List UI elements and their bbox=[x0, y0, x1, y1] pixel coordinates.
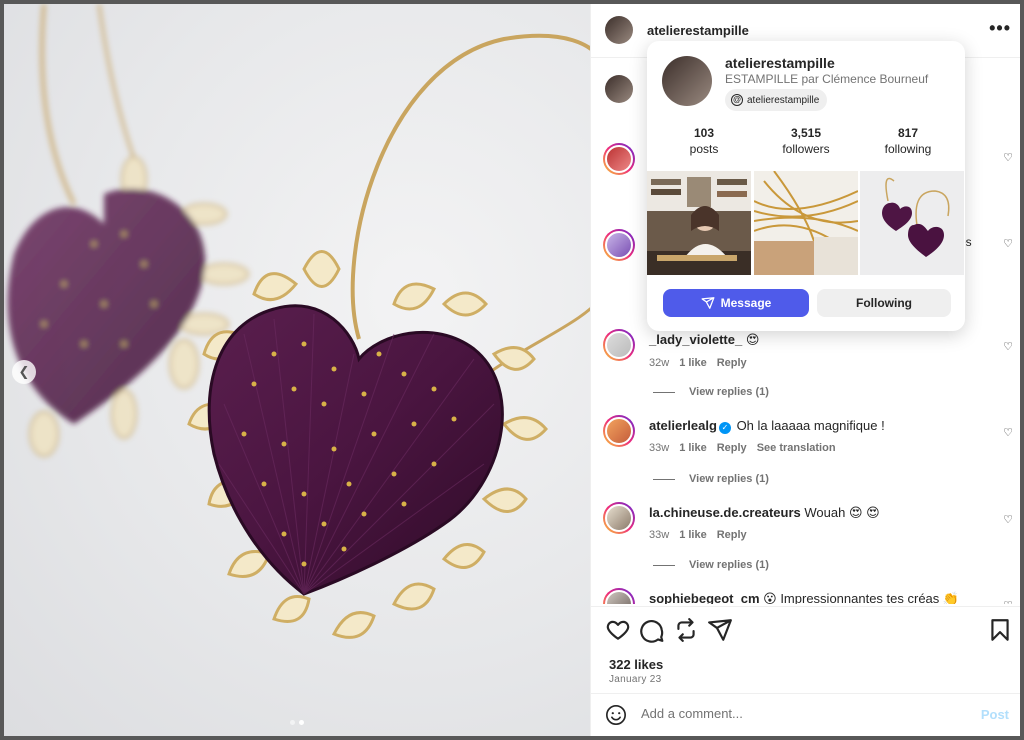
post-date: January 23 bbox=[609, 674, 662, 685]
heart-icon[interactable] bbox=[605, 617, 631, 643]
reply-button[interactable]: Reply bbox=[717, 442, 747, 454]
recent-posts bbox=[647, 171, 965, 275]
message-button[interactable]: Message bbox=[663, 289, 809, 317]
comment-like-icon[interactable]: ♡ bbox=[1003, 599, 1013, 604]
following-button[interactable]: Following bbox=[817, 289, 951, 317]
comment-username[interactable]: la.chineuse.de.createurs bbox=[649, 505, 801, 520]
stat-label: posts bbox=[689, 142, 719, 156]
view-replies-button[interactable]: View replies (1) bbox=[653, 473, 769, 485]
share-icon[interactable] bbox=[707, 617, 733, 643]
comment-like-icon[interactable]: ♡ bbox=[1003, 237, 1013, 250]
comment-time: 33w bbox=[649, 442, 670, 454]
comment-avatar[interactable] bbox=[603, 502, 635, 534]
author-username[interactable]: atelierestampille bbox=[647, 23, 749, 38]
send-icon bbox=[701, 297, 715, 309]
stat-value: 817 bbox=[897, 126, 919, 140]
chevron-left-icon: ❮ bbox=[18, 364, 30, 379]
comment-body: Wouah 😍 😍 bbox=[804, 505, 880, 520]
gold-fibers-photo bbox=[753, 171, 859, 275]
comment-like-icon[interactable]: ♡ bbox=[1003, 151, 1013, 164]
comment-time: 32w bbox=[649, 357, 670, 369]
comment-text: la.chineuse.de.createurs Wouah 😍 😍 bbox=[649, 505, 880, 521]
caption-avatar[interactable] bbox=[603, 73, 635, 105]
repost-icon[interactable] bbox=[673, 617, 699, 643]
comment-text: _lady_violette_ 😍 bbox=[649, 332, 759, 348]
add-comment-bar: Post bbox=[591, 693, 1020, 736]
threads-handle: atelierestampille bbox=[747, 94, 820, 106]
carousel-dot-active bbox=[299, 720, 304, 725]
more-icon[interactable]: ••• bbox=[989, 18, 1011, 39]
see-translation-button[interactable]: See translation bbox=[757, 442, 836, 454]
verified-icon: ✓ bbox=[718, 422, 731, 434]
comment-likes[interactable]: 1 like bbox=[679, 442, 707, 454]
earring-photo bbox=[7, 4, 590, 639]
post-actions: 322 likes January 23 bbox=[591, 606, 1020, 696]
comment-text: sophiebegeot_cm 😮 Impressionnantes tes c… bbox=[649, 591, 959, 604]
comment-likes[interactable]: 1 like bbox=[679, 529, 707, 541]
carousel-indicator bbox=[290, 720, 304, 725]
comment-likes[interactable]: 1 like bbox=[679, 357, 707, 369]
likes-count[interactable]: 322 likes bbox=[609, 657, 663, 672]
comment-body: Oh la laaaaa magnifique ! bbox=[736, 418, 885, 433]
comment-avatar[interactable] bbox=[603, 329, 635, 361]
comment-icon[interactable] bbox=[639, 617, 665, 643]
comment-meta: 32w 1 like Reply bbox=[649, 357, 757, 369]
stat-value: 103 bbox=[693, 126, 715, 140]
reply-button[interactable]: Reply bbox=[717, 529, 747, 541]
comment-avatar[interactable] bbox=[603, 143, 635, 175]
comment-like-icon[interactable]: ♡ bbox=[1003, 340, 1013, 353]
comment-username[interactable]: atelierlealg bbox=[649, 418, 717, 433]
stat-label: followers bbox=[782, 142, 830, 156]
recent-post-thumbnail[interactable] bbox=[860, 171, 965, 275]
reply-button[interactable]: Reply bbox=[717, 357, 747, 369]
comment-meta: 33w 1 like Reply See translation bbox=[649, 442, 846, 454]
card-username[interactable]: atelierestampille bbox=[725, 55, 835, 71]
earrings-photo bbox=[860, 171, 965, 275]
comment-input[interactable] bbox=[641, 706, 961, 721]
comment-avatar[interactable] bbox=[603, 229, 635, 261]
comment-like-icon[interactable]: ♡ bbox=[1003, 426, 1013, 439]
recent-post-thumbnail[interactable] bbox=[753, 171, 859, 275]
threads-badge[interactable]: @ atelierestampille bbox=[725, 89, 828, 111]
threads-icon: @ bbox=[731, 94, 743, 106]
comment-time: 33w bbox=[649, 529, 670, 541]
comment-text: atelierlealg ✓ Oh la laaaaa magnifique ! bbox=[649, 418, 885, 434]
comment-avatar[interactable] bbox=[603, 588, 635, 604]
stat-value: 3,515 bbox=[790, 126, 822, 140]
view-replies-button[interactable]: View replies (1) bbox=[653, 559, 769, 571]
stat-following[interactable]: 817 following bbox=[863, 126, 953, 156]
profile-stats: 103 posts 3,515 followers 817 following bbox=[647, 126, 965, 156]
stat-label: following bbox=[884, 142, 932, 156]
comment-body: 😍 bbox=[745, 332, 760, 347]
card-avatar[interactable] bbox=[662, 56, 712, 106]
carousel-dot bbox=[290, 720, 295, 725]
view-replies-button[interactable]: View replies (1) bbox=[653, 386, 769, 398]
comment-like-icon[interactable]: ♡ bbox=[1003, 513, 1013, 526]
comment-avatar[interactable] bbox=[603, 415, 635, 447]
stat-followers[interactable]: 3,515 followers bbox=[761, 126, 851, 156]
card-full-name: ESTAMPILLE par Clémence Bourneuf bbox=[725, 72, 929, 86]
author-avatar[interactable] bbox=[605, 16, 633, 44]
post-button[interactable]: Post bbox=[981, 707, 1009, 722]
comment-username[interactable]: sophiebegeot_cm bbox=[649, 591, 760, 604]
post-window: ❮ atelierestampille ••• ♡ es ♡ _lady_vio… bbox=[4, 4, 1020, 736]
message-label: Message bbox=[720, 296, 772, 310]
workshop-photo bbox=[647, 171, 751, 275]
profile-hover-card: atelierestampille ESTAMPILLE par Clémenc… bbox=[647, 41, 965, 331]
emoji-icon[interactable] bbox=[605, 704, 627, 726]
comment-meta: 33w 1 like Reply bbox=[649, 529, 757, 541]
comment-body: 😮 Impressionnantes tes créas 👏 bbox=[763, 591, 960, 604]
carousel-prev-button[interactable]: ❮ bbox=[12, 360, 36, 384]
save-icon[interactable] bbox=[987, 617, 1013, 643]
recent-post-thumbnail[interactable] bbox=[647, 171, 752, 275]
post-image[interactable]: ❮ bbox=[4, 4, 590, 736]
stat-posts: 103 posts bbox=[659, 126, 749, 156]
comment-username[interactable]: _lady_violette_ bbox=[649, 332, 742, 347]
